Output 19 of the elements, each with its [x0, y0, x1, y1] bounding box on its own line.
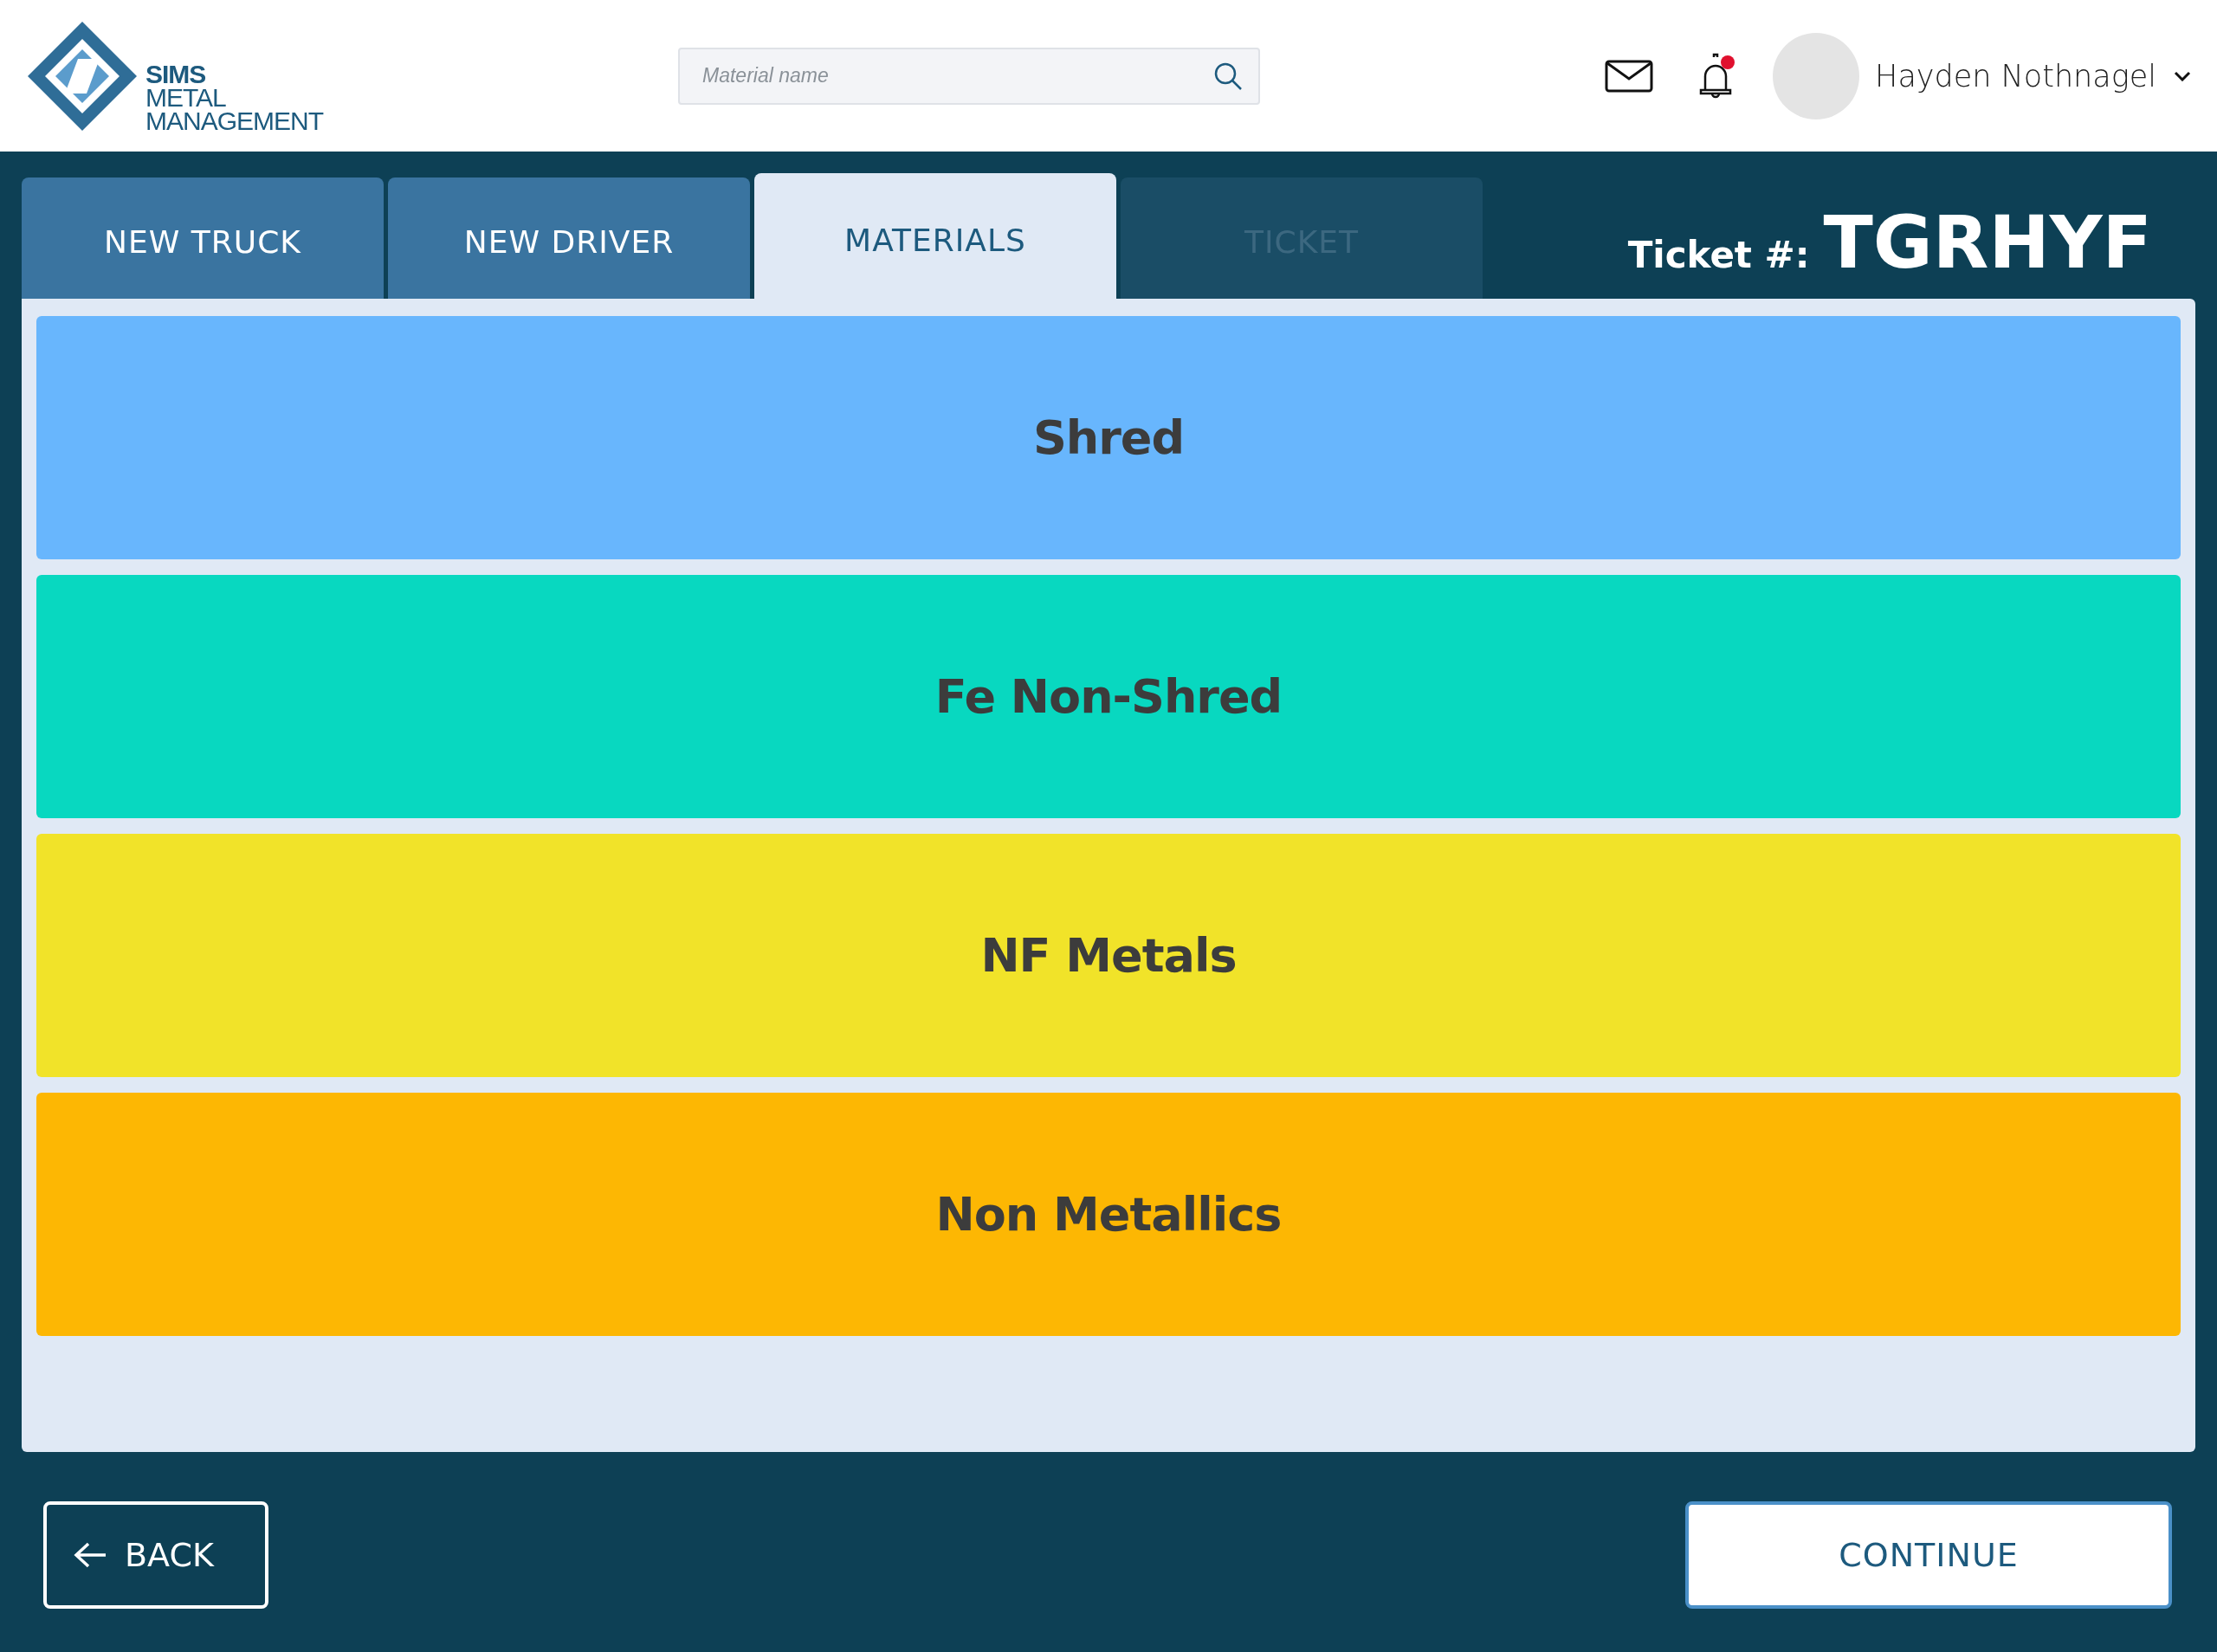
ticket-label: Ticket #:: [1627, 234, 1810, 276]
ticket-number: TGRHYF: [1823, 200, 2152, 285]
logo-text: SIMS METAL MANAGEMENT: [145, 62, 323, 132]
user-name[interactable]: Hayden Nothnagel: [1875, 58, 2156, 94]
material-button[interactable]: Fe Non-Shred: [36, 575, 2181, 818]
material-button[interactable]: Non Metallics: [36, 1093, 2181, 1336]
tab[interactable]: NEW TRUCK: [22, 177, 384, 299]
material-button[interactable]: Shred: [36, 316, 2181, 559]
back-button[interactable]: BACK: [43, 1501, 268, 1609]
search-icon[interactable]: [1213, 61, 1243, 91]
logo-icon: [26, 19, 139, 132]
search-field[interactable]: Material name: [678, 47, 1260, 105]
material-button[interactable]: NF Metals: [36, 834, 2181, 1077]
mail-icon[interactable]: [1605, 59, 1654, 93]
tab[interactable]: NEW DRIVER: [388, 177, 750, 299]
chevron-down-icon[interactable]: [2174, 70, 2191, 81]
arrow-left-icon: [73, 1541, 107, 1569]
continue-button[interactable]: CONTINUE: [1685, 1501, 2172, 1609]
tab[interactable]: MATERIALS: [754, 173, 1116, 299]
